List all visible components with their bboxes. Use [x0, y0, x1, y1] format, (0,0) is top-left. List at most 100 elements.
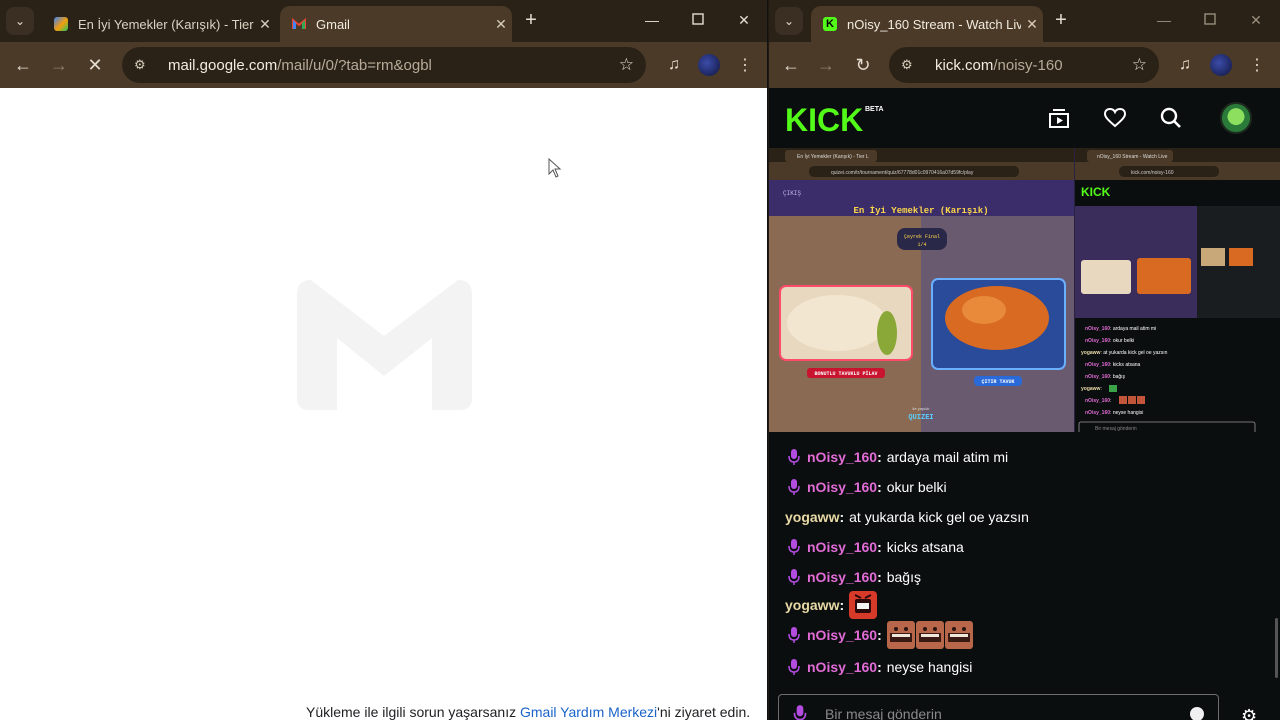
minimize-icon: —	[645, 12, 659, 28]
svg-text:nOisy_160: ardaya mail atim mi: nOisy_160: ardaya mail atim mi	[1085, 326, 1156, 332]
browser-toolbar: ← → ↻ ⚙ kick.com/noisy-160 ☆ ♫ ⋮	[769, 42, 1280, 88]
tab-tier-list[interactable]: En İyi Yemekler (Karışık) - Tier Li ✕	[42, 6, 276, 42]
arrow-left-icon: ←	[782, 54, 800, 75]
minimize-icon: —	[1157, 12, 1171, 28]
chat-scrollbar[interactable]	[1275, 618, 1278, 678]
microphone-icon	[785, 567, 803, 587]
back-button[interactable]: ←	[9, 51, 37, 79]
chat-username[interactable]: nOisy_160	[807, 659, 877, 675]
clips-icon[interactable]	[1045, 104, 1073, 132]
new-tab-button[interactable]: +	[1048, 8, 1074, 34]
left-browser-window: ⌄ En İyi Yemekler (Karışık) - Tier Li ✕ …	[0, 0, 768, 720]
chat-username[interactable]: yogaww	[785, 597, 839, 613]
tier-list-favicon-icon	[54, 17, 68, 31]
profile-avatar[interactable]	[698, 54, 720, 76]
address-bar[interactable]: ⚙ kick.com/noisy-160 ☆	[889, 47, 1159, 83]
kebab-menu-icon[interactable]: ⋮	[1245, 53, 1269, 77]
inner-round-progress: 1/4	[917, 242, 926, 248]
arrow-right-icon: →	[50, 54, 68, 75]
svg-text:yogaww: at yukarda kick gel oe: yogaww: at yukarda kick gel oe yazsın	[1081, 350, 1168, 356]
media-control-icon[interactable]: ♫	[1173, 53, 1197, 77]
tab-strip: ⌄ En İyi Yemekler (Karışık) - Tier Li ✕ …	[0, 0, 767, 42]
user-avatar[interactable]	[1220, 102, 1252, 134]
close-icon[interactable]: ✕	[490, 16, 512, 33]
chat-username[interactable]: nOisy_160	[807, 449, 877, 465]
chat-text: bağış	[886, 569, 921, 585]
inner-chat-user: nOisy_160	[1085, 362, 1110, 368]
stop-loading-button[interactable]: ✕	[81, 51, 109, 79]
media-control-icon[interactable]: ♫	[662, 53, 686, 77]
back-button[interactable]: ←	[777, 51, 805, 79]
forward-button[interactable]: →	[812, 51, 840, 79]
star-icon[interactable]: ☆	[619, 55, 634, 75]
inner-chat-placeholder: Bir mesaj gönderin	[1095, 426, 1137, 432]
minimize-button[interactable]: —	[629, 6, 675, 34]
chat-username[interactable]: yogaww	[785, 509, 839, 525]
search-icon[interactable]	[1157, 104, 1185, 132]
face-emote-icon[interactable]	[915, 621, 944, 649]
stream-video-player[interactable]: En İyi Yemekler (Karışık) - Tier L quize…	[769, 148, 1280, 432]
arrow-left-icon: ←	[14, 54, 32, 75]
gear-icon[interactable]: ⚙	[1241, 706, 1257, 720]
microphone-icon	[785, 537, 803, 557]
minimize-button[interactable]: —	[1141, 6, 1187, 34]
plus-icon: +	[525, 9, 537, 31]
face-emote-icon[interactable]	[944, 621, 973, 649]
tab-kick-stream[interactable]: K nOisy_160 Stream - Watch Live ✕	[811, 6, 1043, 42]
heart-icon[interactable]	[1101, 104, 1129, 132]
inner-chat-text: ardaya mail atim mi	[1113, 326, 1156, 332]
url-path: /mail/u/0/?tab=rm&ogbl	[277, 56, 432, 74]
kebab-menu-icon[interactable]: ⋮	[733, 53, 757, 77]
chat-username[interactable]: nOisy_160	[807, 539, 877, 555]
close-window-button[interactable]: ✕	[1233, 6, 1279, 34]
forward-button[interactable]: →	[45, 51, 73, 79]
inner-chat-user: nOisy_160	[1085, 374, 1110, 380]
arrow-right-icon: →	[817, 54, 835, 75]
svg-text:nOisy_160: kicks atsana: nOisy_160: kicks atsana	[1085, 362, 1141, 368]
svg-text:yogaww:: yogaww:	[1081, 386, 1102, 392]
site-info-icon[interactable]: ⚙	[134, 57, 154, 73]
plus-icon: +	[1055, 9, 1067, 31]
close-icon[interactable]: ✕	[254, 16, 276, 33]
help-prefix: Yükleme ile ilgili sorun yaşarsanız	[306, 704, 520, 720]
inner-chat-text: bağış	[1113, 374, 1126, 380]
kick-favicon-icon: K	[823, 17, 837, 31]
new-tab-button[interactable]: +	[518, 8, 544, 34]
gmail-logo-icon	[297, 280, 472, 410]
tab-gmail[interactable]: Gmail ✕	[280, 6, 512, 42]
maximize-button[interactable]	[675, 6, 721, 34]
kick-beta-badge: BETA	[865, 106, 884, 113]
profile-avatar[interactable]	[1210, 54, 1232, 76]
tab-search-button[interactable]: ⌄	[775, 7, 803, 35]
url-host: mail.google.com	[168, 56, 278, 74]
tab-search-button[interactable]: ⌄	[6, 7, 34, 35]
url-path: /noisy-160	[993, 56, 1063, 74]
chat-message: yogaww:	[785, 590, 878, 620]
chat-username[interactable]: nOisy_160	[807, 627, 877, 643]
chat-text: at yukarda kick gel oe yazsın	[849, 509, 1029, 525]
angry-face-emote-icon[interactable]	[849, 591, 878, 619]
maximize-icon	[1204, 12, 1216, 28]
star-icon[interactable]: ☆	[1132, 55, 1147, 75]
close-window-button[interactable]: ✕	[721, 6, 767, 34]
chat-text: ardaya mail atim mi	[886, 449, 1009, 465]
tab-title: Gmail	[316, 16, 350, 32]
close-icon[interactable]: ✕	[1021, 16, 1043, 33]
kick-logo[interactable]: KICK BETA	[785, 103, 895, 133]
microphone-icon	[785, 625, 803, 645]
chat-username[interactable]: nOisy_160	[807, 569, 877, 585]
chat-input[interactable]: Bir mesaj gönderin	[778, 694, 1219, 720]
inner-chat-user: nOisy_160	[1085, 326, 1110, 332]
face-emote-icon[interactable]	[886, 621, 915, 649]
site-info-icon[interactable]: ⚙	[901, 57, 921, 73]
reload-button[interactable]: ↻	[849, 51, 877, 79]
reload-icon: ↻	[855, 54, 871, 75]
chat-message: nOisy_160:	[785, 620, 974, 650]
chat-username[interactable]: nOisy_160	[807, 479, 877, 495]
chat-input-placeholder: Bir mesaj gönderin	[825, 706, 942, 720]
emoji-picker-icon[interactable]	[1190, 707, 1204, 720]
inner-tab-left: En İyi Yemekler (Karışık) - Tier L	[797, 153, 869, 160]
gmail-help-center-link[interactable]: Gmail Yardım Merkezi	[520, 704, 657, 720]
maximize-button[interactable]	[1187, 6, 1233, 34]
address-bar[interactable]: ⚙ mail.google.com/mail/u/0/?tab=rm&ogbl …	[122, 47, 646, 83]
